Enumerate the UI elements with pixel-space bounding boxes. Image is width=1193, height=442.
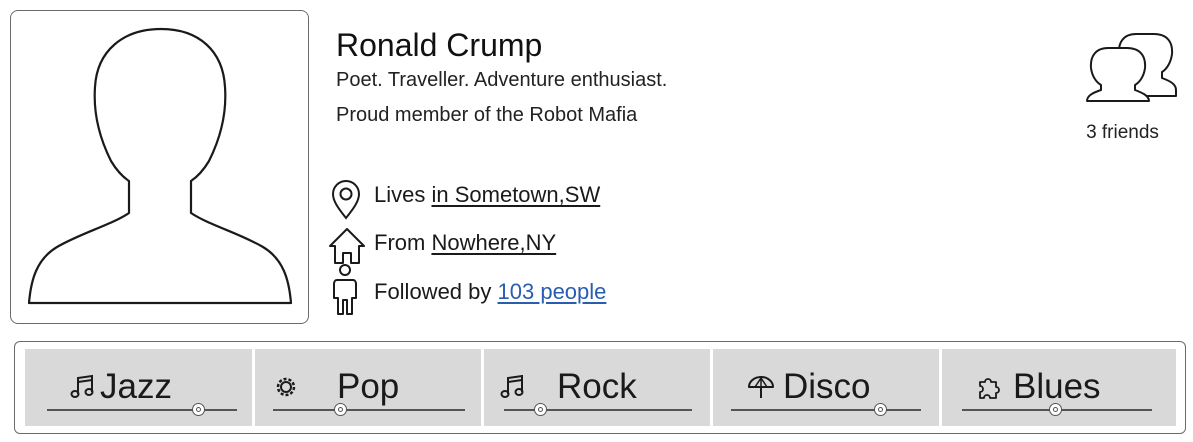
friends-widget[interactable]: 3 friends — [1070, 28, 1182, 148]
house-icon — [329, 228, 365, 264]
info-from: From Nowhere,NY — [328, 226, 748, 266]
info-followers: Followed by 103 people — [328, 264, 748, 315]
genre-tab-pop[interactable]: Pop — [255, 349, 481, 426]
followers-link[interactable]: 103 people — [498, 279, 607, 304]
music-note-icon — [70, 374, 94, 398]
profile-name: Ronald Crump — [336, 27, 543, 63]
genre-slider-rock[interactable] — [504, 403, 692, 417]
genre-label-blues: Blues — [1013, 367, 1101, 406]
avatar-silhouette-icon — [27, 27, 293, 305]
profile-bio: Poet. Traveller. Adventure enthusiast. — [336, 69, 668, 91]
info-lives: Lives in Sometown,SW — [328, 178, 748, 220]
lives-text: Lives in Sometown,SW — [374, 182, 600, 208]
profile-affiliation: Proud member of the Robot Mafia — [336, 104, 638, 126]
puzzle-icon — [979, 378, 1000, 399]
slider-track — [731, 409, 921, 411]
slider-knob[interactable] — [534, 403, 547, 416]
friends-count: 3 friends — [1086, 122, 1159, 143]
genre-bar: Jazz Pop Rock Disco Blues — [14, 341, 1186, 434]
music-note-icon — [500, 374, 524, 398]
genre-label-disco: Disco — [783, 367, 871, 406]
genre-label-jazz: Jazz — [100, 367, 172, 406]
profile-avatar[interactable] — [10, 10, 309, 324]
slider-knob[interactable] — [192, 403, 205, 416]
genre-slider-jazz[interactable] — [47, 403, 237, 417]
slider-knob[interactable] — [1049, 403, 1062, 416]
from-text: From Nowhere,NY — [374, 230, 556, 256]
genre-slider-blues[interactable] — [962, 403, 1152, 417]
slider-track — [504, 409, 692, 411]
genre-tab-jazz[interactable]: Jazz — [25, 349, 252, 426]
slider-track — [273, 409, 465, 411]
slider-knob[interactable] — [874, 403, 887, 416]
person-icon — [333, 264, 357, 315]
friends-icon — [1086, 33, 1177, 102]
umbrella-icon — [748, 376, 774, 398]
followers-text: Followed by 103 people — [374, 279, 606, 305]
from-prefix: From — [374, 230, 426, 255]
slider-knob[interactable] — [334, 403, 347, 416]
slider-track — [47, 409, 237, 411]
lives-prefix: Lives — [374, 182, 426, 207]
lives-location-link[interactable]: in Sometown,SW — [431, 182, 600, 207]
from-location-link[interactable]: Nowhere,NY — [431, 230, 556, 255]
followers-prefix: Followed by — [374, 279, 492, 304]
gear-icon — [276, 377, 296, 397]
location-pin-icon — [331, 180, 361, 220]
genre-slider-disco[interactable] — [731, 403, 921, 417]
genre-slider-pop[interactable] — [273, 403, 465, 417]
genre-label-pop: Pop — [337, 367, 400, 406]
genre-tab-blues[interactable]: Blues — [942, 349, 1176, 426]
genre-label-rock: Rock — [557, 367, 637, 406]
genre-tab-rock[interactable]: Rock — [484, 349, 710, 426]
genre-tab-disco[interactable]: Disco — [713, 349, 939, 426]
